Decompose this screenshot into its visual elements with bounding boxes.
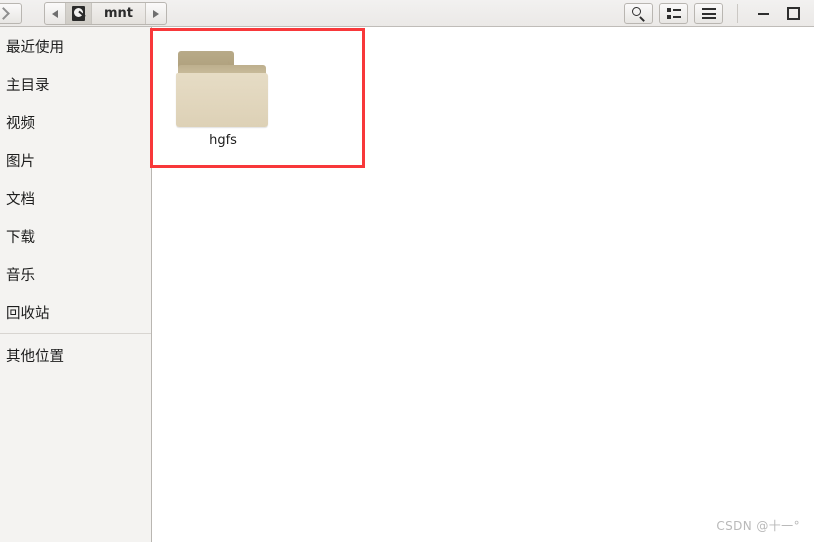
- sidebar-item-label: 音乐: [6, 267, 35, 284]
- sidebar-item-other-locations[interactable]: 其他位置: [0, 336, 151, 374]
- sidebar: 最近使用 主目录 视频 图片 文档 下载 音乐 回收站 其他位置: [0, 27, 152, 542]
- breadcrumb-item-mnt[interactable]: mnt: [92, 3, 147, 24]
- sidebar-item-label: 视频: [6, 115, 35, 132]
- minimize-icon: [757, 12, 769, 15]
- sidebar-item-trash[interactable]: 回收站: [0, 293, 151, 331]
- sidebar-item-recent[interactable]: 最近使用: [0, 27, 151, 65]
- breadcrumb-scroll-right-button[interactable]: [146, 3, 166, 24]
- nav-forward-button[interactable]: [0, 3, 22, 24]
- breadcrumb-drive-button[interactable]: [66, 3, 92, 24]
- sidebar-divider: [0, 333, 151, 334]
- file-list-view[interactable]: hgfs CSDN @十一°: [153, 27, 814, 542]
- toolbar-divider: [737, 4, 738, 23]
- folder-icon: [176, 45, 270, 129]
- triangle-left-icon: [52, 9, 58, 18]
- maximize-icon: [786, 7, 800, 20]
- drive-icon: [72, 6, 85, 21]
- header-bar: mnt: [0, 0, 814, 27]
- chevron-right-icon: [0, 7, 10, 20]
- watermark: CSDN @十一°: [716, 519, 800, 533]
- sidebar-item-label: 最近使用: [6, 39, 64, 56]
- search-button[interactable]: [624, 3, 653, 24]
- header-left-group: mnt: [0, 0, 168, 27]
- sidebar-item-label: 图片: [6, 153, 35, 170]
- triangle-right-icon: [153, 9, 160, 18]
- icon-grid: hgfs: [153, 27, 283, 149]
- sidebar-item-videos[interactable]: 视频: [0, 103, 151, 141]
- file-item-label: hgfs: [209, 133, 237, 148]
- view-toggle-button[interactable]: [659, 3, 688, 24]
- sidebar-item-label: 下载: [6, 229, 35, 246]
- breadcrumb-scroll-left-button[interactable]: [45, 3, 66, 24]
- hamburger-menu-icon: [701, 8, 716, 19]
- sidebar-item-music[interactable]: 音乐: [0, 255, 151, 293]
- file-manager-window: mnt 最近使用 主目录 视频 图片 文档 下载 音乐 回收站 其他位置 hgf…: [0, 0, 814, 542]
- breadcrumb: mnt: [44, 2, 168, 25]
- sidebar-item-label: 文档: [6, 191, 35, 208]
- list-view-icon: [666, 8, 681, 19]
- minimize-button[interactable]: [748, 2, 778, 26]
- sidebar-item-home[interactable]: 主目录: [0, 65, 151, 103]
- maximize-button[interactable]: [778, 2, 808, 26]
- file-item-hgfs[interactable]: hgfs: [163, 37, 283, 149]
- sidebar-item-downloads[interactable]: 下载: [0, 217, 151, 255]
- sidebar-item-label: 回收站: [6, 305, 50, 322]
- menu-button[interactable]: [694, 3, 723, 24]
- search-icon: [631, 6, 646, 22]
- header-right-group: [618, 0, 814, 27]
- sidebar-item-label: 主目录: [6, 77, 50, 94]
- sidebar-item-documents[interactable]: 文档: [0, 179, 151, 217]
- sidebar-item-pictures[interactable]: 图片: [0, 141, 151, 179]
- sidebar-item-label: 其他位置: [6, 348, 64, 365]
